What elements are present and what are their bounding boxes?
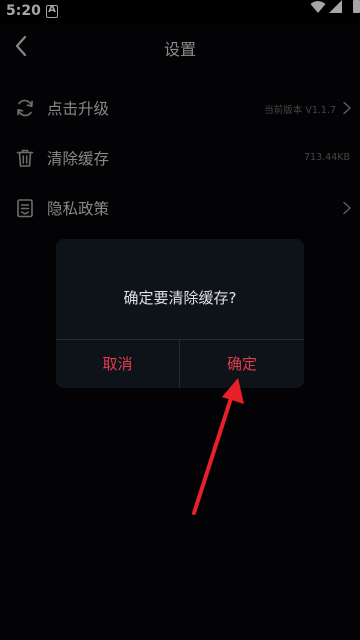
cancel-button[interactable]: 取消 <box>56 340 179 388</box>
dialog-message: 确定要清除缓存? <box>123 289 237 307</box>
confirm-button[interactable]: 确定 <box>180 340 304 388</box>
clear-cache-dialog: 确定要清除缓存? 取消 确定 <box>56 239 304 388</box>
